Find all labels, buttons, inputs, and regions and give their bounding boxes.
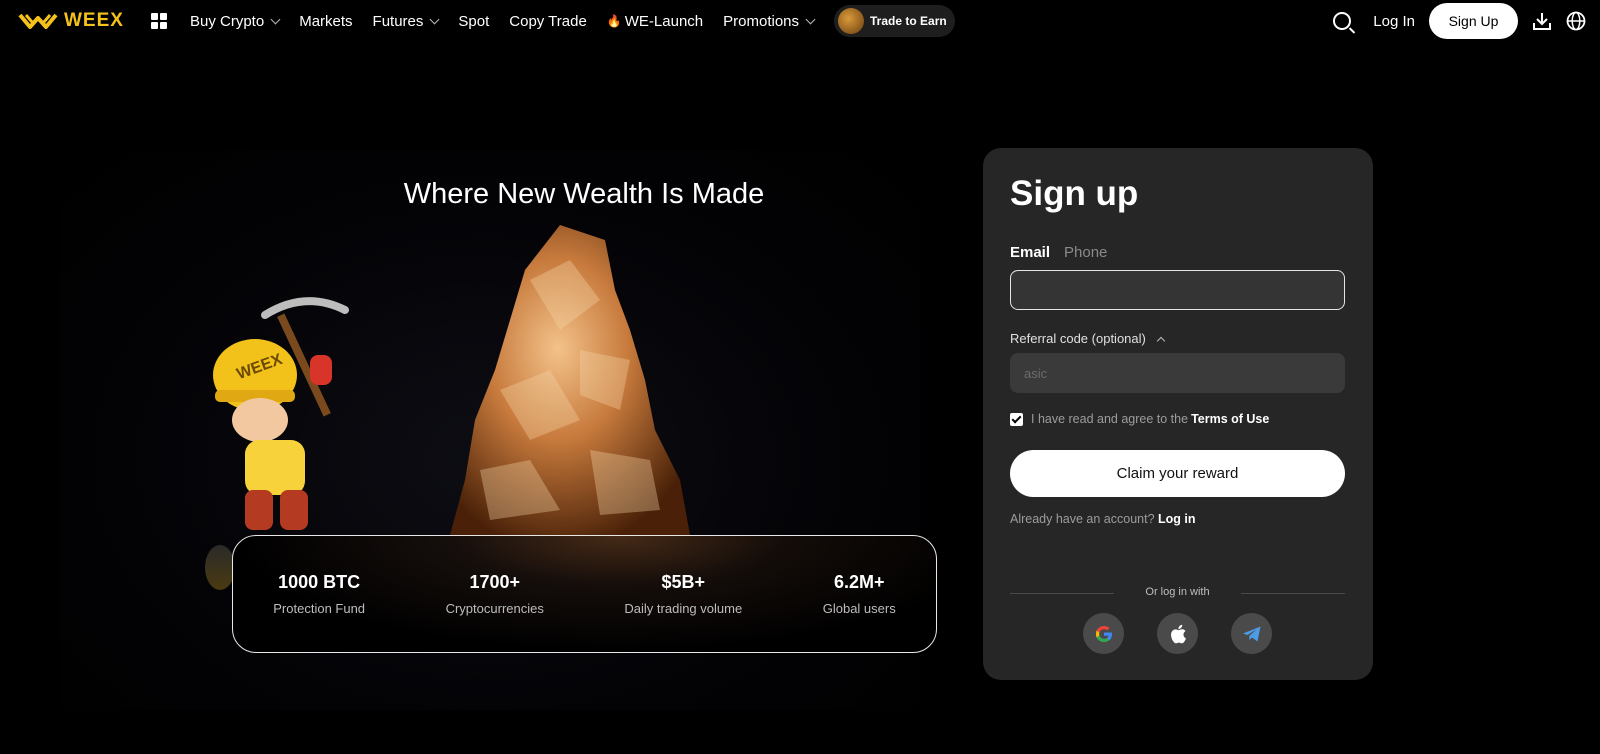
- agree-text: I have read and agree to the: [1031, 412, 1189, 426]
- nav-buy-crypto[interactable]: Buy Crypto: [190, 12, 281, 30]
- trade-to-earn-button[interactable]: Trade to Earn: [834, 5, 955, 37]
- referral-code-input[interactable]: [1010, 353, 1345, 393]
- social-login-group: [1010, 613, 1345, 654]
- nav-spot[interactable]: Spot: [458, 13, 489, 30]
- nav-label: Markets: [299, 12, 353, 30]
- stat-item: $5B+ Daily trading volume: [624, 572, 742, 616]
- nav-we-launch[interactable]: 🔥 WE-Launch: [607, 13, 703, 30]
- stat-label: Cryptocurrencies: [445, 601, 544, 616]
- globe-icon[interactable]: [1566, 11, 1586, 31]
- telegram-login-button[interactable]: [1231, 613, 1272, 654]
- login-prompt: Already have an account? Log in: [1010, 512, 1196, 526]
- already-text: Already have an account?: [1010, 512, 1155, 526]
- claim-reward-button[interactable]: Claim your reward: [1010, 450, 1345, 497]
- tab-phone[interactable]: Phone: [1064, 244, 1107, 261]
- search-icon[interactable]: [1333, 12, 1352, 30]
- apple-login-button[interactable]: [1157, 613, 1198, 654]
- login-link[interactable]: Log In: [1373, 13, 1415, 30]
- nav-label: Futures: [372, 12, 424, 30]
- stat-value: 1000 BTC: [278, 572, 361, 592]
- google-icon: [1095, 625, 1112, 642]
- stat-value: 6.2M+: [833, 572, 885, 592]
- stat-label: Protection Fund: [273, 601, 366, 616]
- download-icon[interactable]: [1532, 11, 1552, 31]
- nav-promotions[interactable]: Promotions: [723, 12, 816, 30]
- nav-label: Promotions: [723, 12, 800, 30]
- nav-label: Buy Crypto: [190, 12, 265, 30]
- nav-futures[interactable]: Futures: [372, 12, 440, 30]
- tab-email[interactable]: Email: [1010, 244, 1050, 261]
- telegram-icon: [1242, 626, 1260, 641]
- stat-label: Daily trading volume: [624, 601, 743, 616]
- nav-label: WE-Launch: [624, 12, 704, 30]
- google-login-button[interactable]: [1083, 613, 1124, 654]
- stat-item: 1000 BTC Protection Fund: [273, 572, 365, 616]
- apps-grid-icon[interactable]: [151, 13, 167, 29]
- stats-panel: 1000 BTC Protection Fund 1700+ Cryptocur…: [232, 535, 937, 653]
- nav-right: Log In Sign Up: [1333, 0, 1586, 42]
- stat-item: 6.2M+ Global users: [823, 572, 896, 616]
- miner-mascot-illustration: WEEX: [213, 297, 349, 530]
- email-field[interactable]: [1010, 270, 1345, 310]
- or-login-with: Or log in with: [1145, 586, 1210, 598]
- referral-label: Referral code (optional): [1010, 331, 1146, 346]
- chevron-down-icon: [270, 14, 281, 24]
- signup-button[interactable]: Sign Up: [1429, 3, 1518, 39]
- signup-card: Sign up Email Phone Referral code (optio…: [983, 148, 1373, 680]
- terms-checkbox[interactable]: [1010, 412, 1023, 426]
- mascot-icon: [838, 8, 865, 34]
- top-nav: WEEX Buy Crypto Markets Futures Spot Cop…: [0, 0, 1600, 42]
- nav-copy-trade[interactable]: Copy Trade: [509, 13, 587, 30]
- stat-item: 1700+ Cryptocurrencies: [446, 572, 544, 616]
- chevron-down-icon: [429, 14, 440, 24]
- chevron-up-icon: [1156, 336, 1166, 345]
- pedestal-shape: [205, 545, 235, 590]
- trade-to-earn-label: Trade to Earn: [870, 14, 947, 28]
- flame-icon: 🔥: [606, 14, 622, 28]
- nav-label: Copy Trade: [509, 12, 587, 30]
- signup-title: Sign up: [1010, 174, 1139, 213]
- gold-nugget-illustration: [450, 225, 690, 535]
- logo-text: WEEX: [64, 10, 124, 31]
- login-link-card[interactable]: Log in: [1158, 512, 1196, 526]
- nav-markets[interactable]: Markets: [299, 13, 352, 30]
- nav-links: Buy Crypto Markets Futures Spot Copy Tra…: [190, 0, 955, 42]
- referral-toggle[interactable]: Referral code (optional): [1010, 331, 1166, 346]
- chevron-down-icon: [805, 14, 816, 24]
- stat-value: $5B+: [661, 572, 706, 592]
- terms-link[interactable]: Terms of Use: [1191, 412, 1269, 426]
- stat-value: 1700+: [469, 572, 520, 592]
- stat-label: Global users: [822, 601, 896, 616]
- terms-agreement: I have read and agree to the Terms of Us…: [1010, 412, 1269, 426]
- apple-icon: [1170, 624, 1186, 643]
- hero-title: Where New Wealth Is Made: [403, 178, 765, 210]
- weex-logo[interactable]: WEEX: [18, 9, 124, 33]
- nav-label: Spot: [458, 12, 490, 30]
- weex-logo-icon: [18, 13, 58, 29]
